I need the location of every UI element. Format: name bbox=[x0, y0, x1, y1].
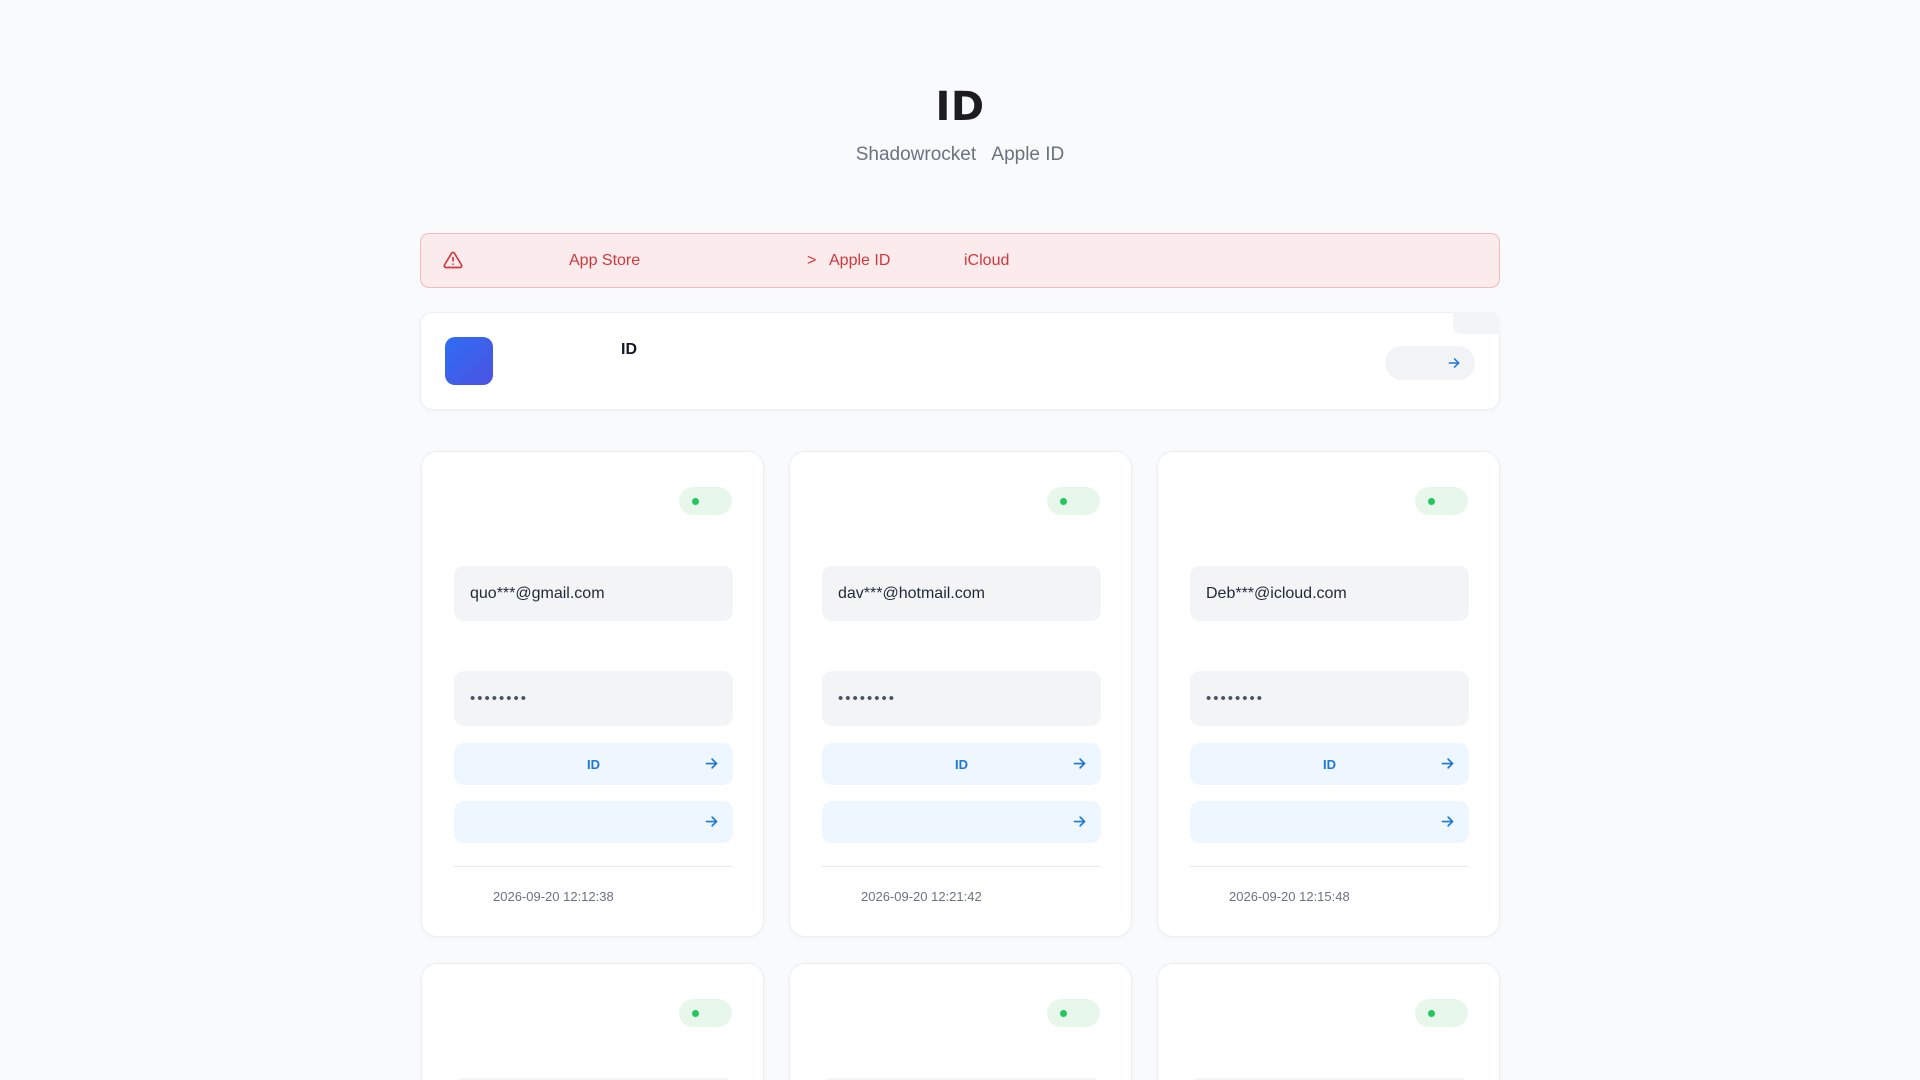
arrow-right-icon bbox=[1073, 816, 1086, 827]
alert-icloud-text: iCloud bbox=[964, 252, 1010, 269]
copy-password-button[interactable] bbox=[822, 801, 1101, 843]
arrow-right-icon bbox=[705, 758, 718, 769]
password-field[interactable]: •••••••• bbox=[454, 671, 733, 726]
email-field[interactable]: dav***@hotmail.com bbox=[822, 566, 1101, 621]
last-checked-timestamp: 2026-09-20 12:12:38 bbox=[493, 889, 614, 904]
account-card: dav***@hotmail.com •••••••• ID 2026-09-2… bbox=[789, 451, 1132, 937]
status-badge bbox=[1415, 487, 1468, 515]
warning-alert: App Store > Apple ID iCloud bbox=[420, 233, 1500, 288]
page: ID Shadowrocket Apple ID App Store > App… bbox=[0, 0, 1920, 1080]
alert-apple-id-text: Apple ID bbox=[829, 252, 891, 269]
arrow-right-icon bbox=[1448, 358, 1460, 368]
banner-title: ID bbox=[621, 341, 637, 358]
status-badge bbox=[1047, 999, 1100, 1027]
copy-id-button[interactable]: ID bbox=[1190, 743, 1469, 785]
email-field[interactable]: quo***@gmail.com bbox=[454, 566, 733, 621]
account-card: quo***@gmail.com •••••••• ID 2026-09-20 … bbox=[421, 451, 764, 937]
arrow-right-icon bbox=[705, 816, 718, 827]
status-badge bbox=[679, 999, 732, 1027]
alert-arrow-text: > bbox=[807, 252, 817, 269]
page-subtitle: Shadowrocket Apple ID bbox=[0, 144, 1920, 166]
copy-id-label: ID bbox=[1323, 756, 1336, 772]
page-title: ID bbox=[935, 84, 985, 130]
subtitle-apple-id: Apple ID bbox=[991, 144, 1065, 165]
subtitle-app-name: Shadowrocket bbox=[855, 144, 977, 165]
card-divider bbox=[822, 866, 1101, 867]
status-dot-icon bbox=[692, 498, 699, 505]
account-card bbox=[789, 963, 1132, 1080]
copy-id-button[interactable]: ID bbox=[454, 743, 733, 785]
card-divider bbox=[454, 866, 733, 867]
shadowrocket-app-icon bbox=[445, 337, 493, 385]
copy-password-button[interactable] bbox=[1190, 801, 1469, 843]
app-banner: ID bbox=[420, 312, 1500, 410]
copy-password-button[interactable] bbox=[454, 801, 733, 843]
status-dot-icon bbox=[1060, 1010, 1067, 1017]
copy-id-label: ID bbox=[955, 756, 968, 772]
card-divider bbox=[1190, 866, 1469, 867]
banner-open-button[interactable] bbox=[1385, 346, 1475, 380]
account-card bbox=[421, 963, 764, 1080]
status-dot-icon bbox=[692, 1010, 699, 1017]
email-field[interactable]: Deb***@icloud.com bbox=[1190, 566, 1469, 621]
status-dot-icon bbox=[1428, 1010, 1435, 1017]
status-badge bbox=[679, 487, 732, 515]
status-badge bbox=[1047, 487, 1100, 515]
copy-id-button[interactable]: ID bbox=[822, 743, 1101, 785]
last-checked-timestamp: 2026-09-20 12:15:48 bbox=[1229, 889, 1350, 904]
account-card: Deb***@icloud.com •••••••• ID 2026-09-20… bbox=[1157, 451, 1500, 937]
arrow-right-icon bbox=[1073, 758, 1086, 769]
copy-id-label: ID bbox=[587, 756, 600, 772]
status-dot-icon bbox=[1428, 498, 1435, 505]
page-header: ID Shadowrocket Apple ID bbox=[0, 0, 1920, 166]
password-field[interactable]: •••••••• bbox=[822, 671, 1101, 726]
banner-corner-tab[interactable] bbox=[1453, 312, 1500, 334]
password-field[interactable]: •••••••• bbox=[1190, 671, 1469, 726]
warning-triangle-icon bbox=[443, 251, 463, 269]
status-dot-icon bbox=[1060, 498, 1067, 505]
status-badge bbox=[1415, 999, 1468, 1027]
last-checked-timestamp: 2026-09-20 12:21:42 bbox=[861, 889, 982, 904]
account-card bbox=[1157, 963, 1500, 1080]
arrow-right-icon bbox=[1441, 816, 1454, 827]
alert-app-store-text: App Store bbox=[569, 252, 641, 269]
arrow-right-icon bbox=[1441, 758, 1454, 769]
